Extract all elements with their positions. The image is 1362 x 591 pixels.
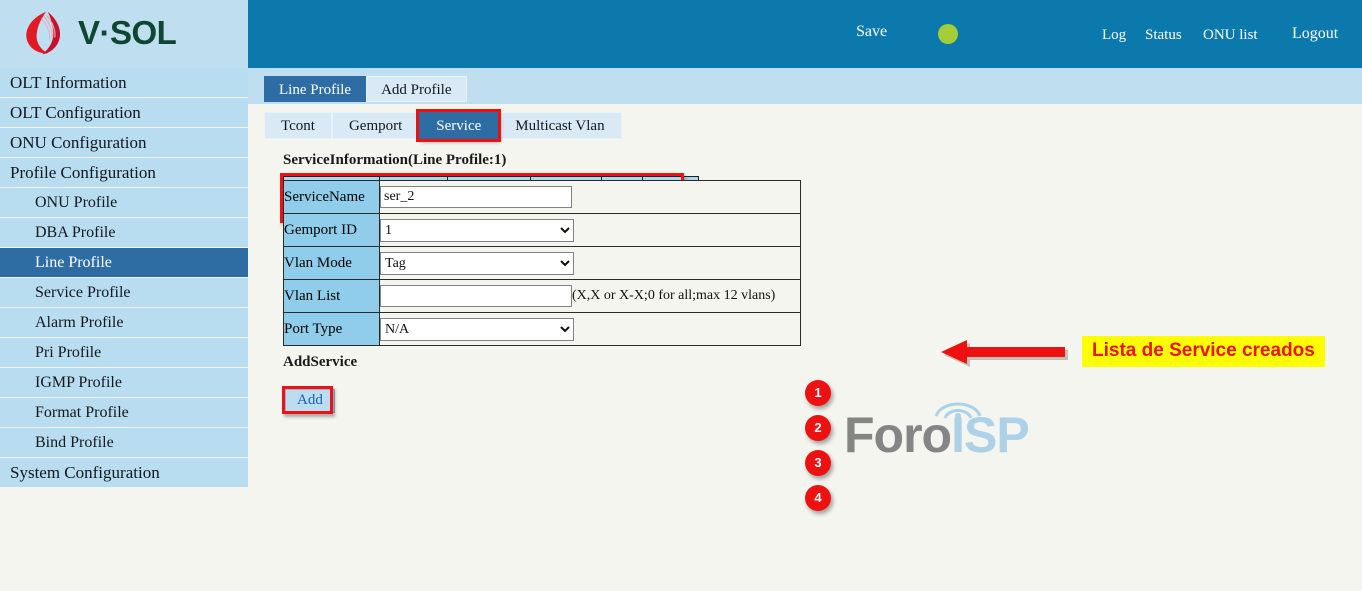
form-field-cell: N/AETHCATVPOTS (380, 313, 801, 346)
add-service-form-table: ServiceNameGemport ID1234Vlan ModeTagTra… (283, 180, 801, 346)
form-label-vlan-list: Vlan List (284, 280, 380, 313)
vlan-list-hint: (X,X or X-X;0 for all;max 12 vlans) (572, 288, 775, 303)
sidebar: V·SOL OLT InformationOLT ConfigurationON… (0, 0, 248, 591)
sidebar-item-system-configuration[interactable]: System Configuration (0, 458, 248, 487)
form-field-cell: 1234 (380, 214, 801, 247)
form-label-vlan-mode: Vlan Mode (284, 247, 380, 280)
form-label-port-type: Port Type (284, 313, 380, 346)
page-root: V·SOL OLT InformationOLT ConfigurationON… (0, 0, 1362, 591)
form-row: Vlan List (X,X or X-X;0 for all;max 12 vl… (284, 280, 801, 313)
form-row: ServiceName (284, 181, 801, 214)
form-field-cell: (X,X or X-X;0 for all;max 12 vlans) (380, 280, 801, 313)
top-header: Save Log Status ONU list Logout (248, 0, 1362, 68)
sidebar-item-olt-configuration[interactable]: OLT Configuration (0, 98, 248, 127)
vlan-list-input[interactable] (380, 285, 572, 307)
brand-logo-area: V·SOL (0, 0, 248, 68)
form-row: Port TypeN/AETHCATVPOTS (284, 313, 801, 346)
status-dot-icon (938, 24, 958, 44)
subtab-gemport[interactable]: Gemport (332, 112, 419, 139)
vlan-mode-select[interactable]: TagTransparentTranslationQinQ (380, 252, 574, 275)
step-badge-1: 1 (805, 380, 831, 406)
brand-name: V·SOL (78, 14, 176, 52)
tab-line-profile[interactable]: Line Profile (264, 76, 366, 102)
subtab-tcont[interactable]: Tcont (264, 112, 332, 139)
gemport-id-select[interactable]: 1234 (380, 219, 574, 242)
watermark-part-1: Foro (844, 407, 951, 463)
sidebar-item-onu-configuration[interactable]: ONU Configuration (0, 128, 248, 157)
main-area: Line ProfileAdd Profile TcontGemportServ… (248, 68, 1362, 591)
content-panel: ServiceInformation(Line Profile:1) Servi… (248, 142, 1362, 591)
watermark-part-2: ISP (951, 407, 1029, 463)
sidebar-item-pri-profile[interactable]: Pri Profile (0, 338, 248, 367)
form-field-cell: TagTransparentTranslationQinQ (380, 247, 801, 280)
service-information-title: ServiceInformation(Line Profile:1) (283, 152, 506, 169)
sidebar-item-profile-configuration[interactable]: Profile Configuration (0, 158, 248, 187)
step-badge-2: 2 (805, 415, 831, 441)
port-type-select[interactable]: N/AETHCATVPOTS (380, 318, 574, 341)
form-label-servicename: ServiceName (284, 181, 380, 214)
step-badge-4: 4 (805, 485, 831, 511)
sidebar-item-format-profile[interactable]: Format Profile (0, 398, 248, 427)
header-link-status[interactable]: Status (1145, 27, 1182, 44)
subtab-service[interactable]: Service (419, 112, 498, 139)
servicename-input[interactable] (380, 186, 572, 208)
sidebar-item-dba-profile[interactable]: DBA Profile (0, 218, 248, 247)
sidebar-item-onu-profile[interactable]: ONU Profile (0, 188, 248, 217)
foroisp-watermark: ForoISP (844, 410, 1029, 460)
form-row: Vlan ModeTagTransparentTranslationQinQ (284, 247, 801, 280)
sidebar-item-service-profile[interactable]: Service Profile (0, 278, 248, 307)
save-button[interactable]: Save (856, 23, 887, 41)
tabs-secondary: TcontGemportServiceMulticast Vlan (264, 112, 622, 139)
form-field-cell (380, 181, 801, 214)
sidebar-nav: OLT InformationOLT ConfigurationONU Conf… (0, 68, 248, 487)
add-service-title: AddService (283, 354, 357, 371)
form-label-gemport-id: Gemport ID (284, 214, 380, 247)
add-button[interactable]: Add (285, 389, 335, 413)
annotation-label: Lista de Service creados (1082, 336, 1325, 367)
header-link-log[interactable]: Log (1102, 27, 1126, 44)
header-link-logout[interactable]: Logout (1292, 25, 1338, 43)
header-link-onu-list[interactable]: ONU list (1203, 27, 1258, 44)
sidebar-item-alarm-profile[interactable]: Alarm Profile (0, 308, 248, 337)
sidebar-item-olt-information[interactable]: OLT Information (0, 68, 248, 97)
step-badge-3: 3 (805, 450, 831, 476)
tab-add-profile[interactable]: Add Profile (366, 76, 466, 102)
left-arrow-annotation-icon (941, 338, 1071, 372)
antenna-wifi-icon (930, 394, 986, 422)
vsol-flame-logo-icon (22, 10, 68, 56)
form-row: Gemport ID1234 (284, 214, 801, 247)
subtab-multicast-vlan[interactable]: Multicast Vlan (498, 112, 621, 139)
sidebar-item-bind-profile[interactable]: Bind Profile (0, 428, 248, 457)
sidebar-item-igmp-profile[interactable]: IGMP Profile (0, 368, 248, 397)
tab-bar-background: Line ProfileAdd Profile (248, 68, 1362, 104)
sidebar-item-line-profile[interactable]: Line Profile (0, 248, 248, 277)
tabs-primary: Line ProfileAdd Profile (264, 76, 467, 102)
